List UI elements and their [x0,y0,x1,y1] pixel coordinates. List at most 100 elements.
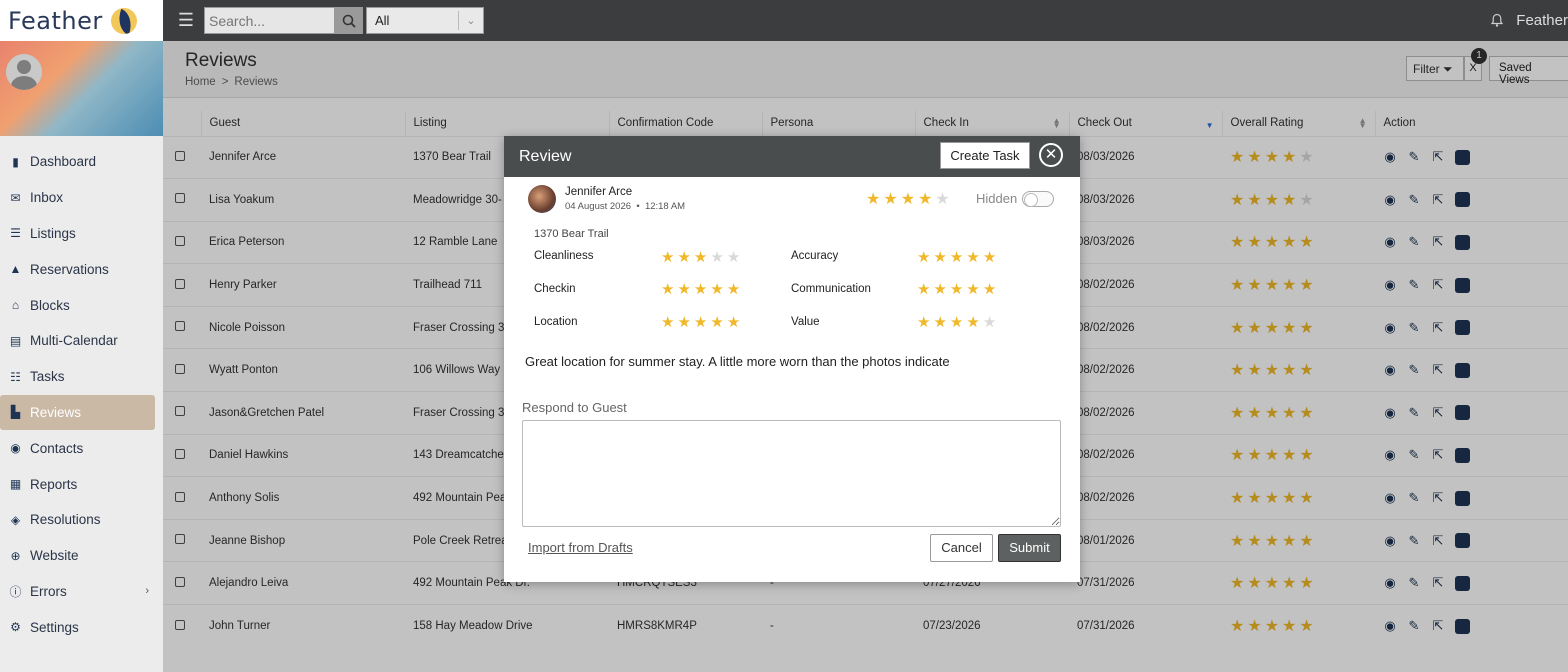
user-name[interactable]: Feather [1516,12,1568,29]
sidebar-item-reservations[interactable]: ▲ Reservations [0,251,163,287]
review-datetime: 04 August 2026 • 12:18 AM [565,201,686,212]
star-icon: ★ [982,249,1000,266]
logo[interactable]: Feather [0,0,163,41]
sidebar-item-label: Reports [30,476,78,492]
star-icon: ★ [966,249,983,266]
close-icon[interactable]: ✕ [1039,143,1063,167]
sidebar-item-listings[interactable]: ☰ Listings [0,216,163,252]
feather-icon [110,7,137,34]
review-header: Jennifer Arce 04 August 2026 • 12:18 AM … [504,177,1080,227]
star-icon: ★ [933,314,950,331]
respond-label: Respond to Guest [522,400,627,415]
star-icon: ★ [900,191,919,208]
star-icon: ★ [677,314,694,331]
sidebar-item-label: Errors [30,583,67,599]
star-icon: ★ [710,281,727,298]
review-modal: Review Create Task ✕ Jennifer Arce 04 Au… [504,136,1080,582]
sidebar-item-label: Settings [30,619,79,635]
modal-header: Review Create Task ✕ [504,136,1080,177]
category-label-accuracy: Accuracy [791,250,839,262]
sidebar: ▮ Dashboard ✉ Inbox ☰ Listings ▲ Reservation… [0,41,163,672]
sidebar-item-tasks[interactable]: ☷ Tasks [0,359,163,395]
submit-button[interactable]: Submit [998,534,1061,562]
value-stars: ★★★★★ [917,313,999,331]
hidden-label: Hidden [976,191,1018,206]
sidebar-item-contacts[interactable]: ◉ Contacts [0,430,163,466]
search-button[interactable] [335,7,363,34]
guest-avatar [528,185,556,213]
create-task-button[interactable]: Create Task [940,142,1030,169]
sidebar-item-errors[interactable]: ⓘ Errors › [0,574,163,610]
sidebar-item-inbox[interactable]: ✉ Inbox [0,180,163,216]
sidebar-item-label: Reviews [30,404,82,420]
sidebar-item-reviews[interactable]: ▙ Reviews [0,394,155,431]
chevron-right-icon: › [145,585,149,598]
star-icon: ★ [726,281,744,298]
top-bar: Feather ☰ All ⌄ Feather [0,0,1568,41]
sidebar-item-label: Dashboard [30,154,97,170]
search-input[interactable] [204,7,335,34]
location-stars: ★★★★★ [661,313,743,331]
profile-banner [0,41,163,136]
select-value: All [375,13,390,28]
calendar-icon: ▤ [9,333,22,348]
gear-icon: ⚙ [10,620,21,635]
sidebar-item-label: Tasks [30,369,65,385]
sidebar-item-label: Multi-Calendar [30,333,118,349]
sidebar-item-blocks[interactable]: ⌂ Blocks [0,287,163,323]
star-icon: ★ [693,314,711,331]
sidebar-item-website[interactable]: ⊕ Website [0,538,163,574]
category-label-cleanliness: Cleanliness [534,250,594,262]
cancel-button[interactable]: Cancel [930,534,993,562]
menu-icon[interactable]: ☰ [175,10,197,31]
sidebar-item-resolutions[interactable]: ◈ Resolutions [0,502,163,538]
star-icon: ★ [883,191,901,208]
search-scope-select[interactable]: All ⌄ [366,7,484,34]
star-icon: ★ [933,281,950,298]
avatar[interactable] [6,54,42,90]
category-label-communication: Communication [791,283,871,295]
review-date: 04 August 2026 [565,201,632,212]
star-icon: ★ [949,314,967,331]
modal-title: Review [519,147,572,165]
hidden-toggle[interactable] [1022,191,1054,207]
star-icon: ★ [726,314,744,331]
sidebar-item-reports[interactable]: ▦ Reports [0,466,163,502]
communication-stars: ★★★★★ [917,280,999,298]
chart-icon: ▮ [12,154,19,169]
star-icon: ★ [982,281,1000,298]
chevron-down-icon: ⌄ [458,11,483,30]
bell-icon[interactable] [1490,13,1504,28]
report-icon: ▦ [9,477,22,492]
review-listing: 1370 Bear Trail [534,228,609,240]
import-from-drafts-link[interactable]: Import from Drafts [528,540,633,555]
overall-star-rating: ★★★★★ [866,189,953,209]
star-icon: ★ [710,249,727,266]
envelope-icon: ✉ [10,190,21,205]
category-label-value: Value [791,316,820,328]
sidebar-item-label: Resolutions [30,512,101,528]
sidebar-item-label: Reservations [30,261,109,277]
block-icon: ⌂ [11,298,20,313]
star-icon: ★ [935,191,953,208]
star-icon: ★ [933,249,950,266]
sidebar-item-dashboard[interactable]: ▮ Dashboard [0,144,163,180]
star-icon: ★ [918,191,936,208]
star-icon: ★ [661,249,678,266]
star-icon: ★ [677,249,694,266]
star-icon: ★ [677,281,694,298]
respond-textarea[interactable] [522,420,1061,527]
sidebar-item-settings[interactable]: ⚙ Settings [0,609,163,645]
logo-text: Feather [8,6,103,35]
star-icon: ★ [693,281,711,298]
contact-icon: ◉ [10,441,21,456]
accuracy-stars: ★★★★★ [917,248,999,266]
bell-icon: ▲ [9,262,22,277]
guest-name: Jennifer Arce [565,186,633,198]
star-icon: ★ [693,249,711,266]
star-icon: ★ [710,314,727,331]
reviews-icon: ▙ [10,405,21,420]
star-icon: ★ [661,281,678,298]
sidebar-item-multi-calendar[interactable]: ▤ Multi-Calendar [0,323,163,359]
cleanliness-stars: ★★★★★ [661,248,743,266]
